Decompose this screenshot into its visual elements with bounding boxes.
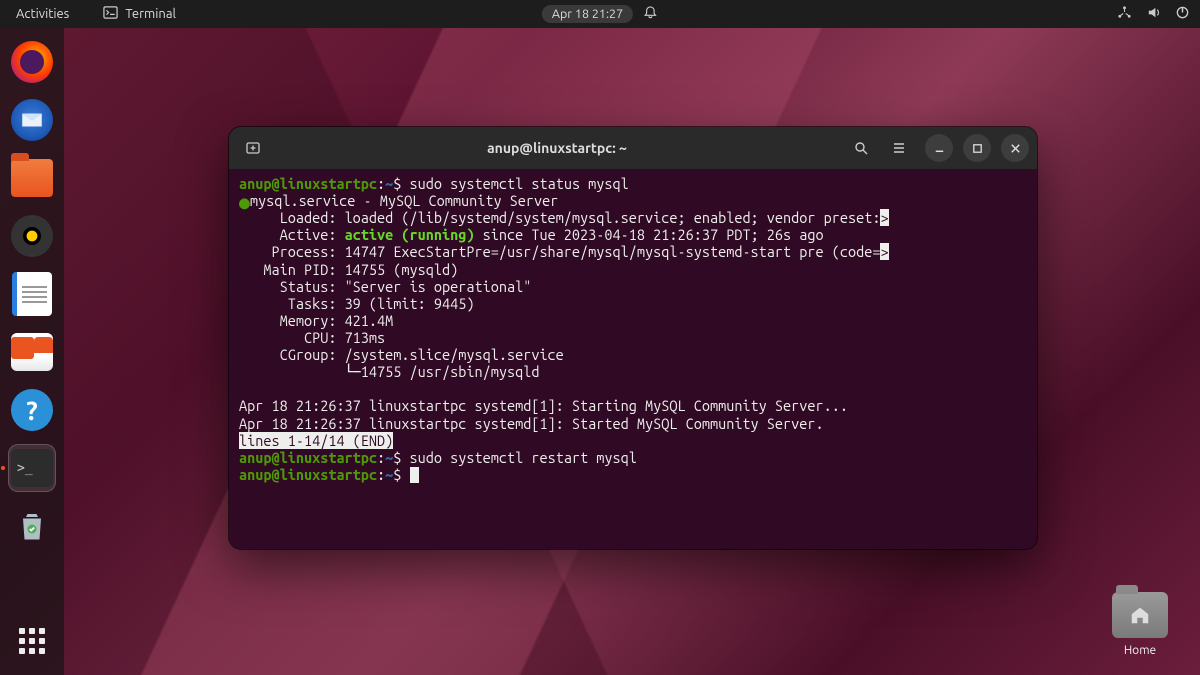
process-value: 14747 ExecStartPre=/usr/share/mysql/mysq… bbox=[345, 243, 881, 260]
clock-text: Apr 18 21:27 bbox=[552, 7, 623, 21]
log-line-1: Apr 18 21:26:37 linuxstartpc systemd[1]:… bbox=[239, 397, 848, 414]
cursor bbox=[410, 467, 419, 483]
prompt-user: anup@linuxstartpc bbox=[239, 175, 377, 192]
dock-thunderbird[interactable] bbox=[8, 96, 56, 144]
command-1: sudo systemctl status mysql bbox=[410, 175, 629, 192]
active-key: Active: bbox=[239, 226, 345, 243]
thunderbird-icon bbox=[11, 99, 53, 141]
cpu-key: CPU: bbox=[239, 329, 345, 346]
memory-key: Memory: bbox=[239, 312, 345, 329]
dock-libreoffice-writer[interactable] bbox=[8, 270, 56, 318]
dock-firefox[interactable] bbox=[8, 38, 56, 86]
active-rest: since Tue 2023-04-18 21:26:37 PDT; 26s a… bbox=[474, 226, 823, 243]
files-icon bbox=[11, 159, 53, 197]
top-bar: Activities Terminal Apr 18 21:27 bbox=[0, 0, 1200, 28]
maximize-button[interactable] bbox=[963, 134, 991, 162]
dock: ? >_ bbox=[0, 28, 64, 675]
cpu-value: 713ms bbox=[345, 329, 386, 346]
topbar-app-indicator[interactable]: Terminal bbox=[97, 3, 182, 25]
trash-icon bbox=[12, 505, 52, 547]
show-applications[interactable] bbox=[8, 617, 56, 665]
tasks-value: 39 (limit: 9445) bbox=[345, 295, 475, 312]
prompt-sep: : bbox=[377, 449, 385, 466]
prompt-user: anup@linuxstartpc bbox=[239, 466, 377, 483]
volume-icon[interactable] bbox=[1146, 5, 1161, 23]
search-button[interactable] bbox=[845, 132, 877, 164]
status-value: "Server is operational" bbox=[345, 278, 532, 295]
dock-ubuntu-software[interactable] bbox=[8, 328, 56, 376]
status-key: Status: bbox=[239, 278, 345, 295]
topbar-app-label: Terminal bbox=[125, 7, 176, 21]
clock[interactable]: Apr 18 21:27 bbox=[542, 5, 633, 23]
menu-button[interactable] bbox=[883, 132, 915, 164]
activities-label: Activities bbox=[16, 7, 69, 21]
firefox-icon bbox=[11, 41, 53, 83]
rhythmbox-icon bbox=[11, 215, 53, 257]
active-state: active (running) bbox=[345, 226, 475, 243]
cgroup-value: /system.slice/mysql.service bbox=[345, 346, 564, 363]
dock-trash[interactable] bbox=[8, 502, 56, 550]
power-icon[interactable] bbox=[1175, 5, 1190, 23]
log-line-2: Apr 18 21:26:37 linuxstartpc systemd[1]:… bbox=[239, 415, 824, 432]
pager-end: lines 1-14/14 (END) bbox=[239, 432, 393, 449]
software-icon bbox=[11, 333, 53, 371]
terminal-icon bbox=[103, 5, 118, 23]
cgroup-key: CGroup: bbox=[239, 346, 345, 363]
terminal-title: anup@linuxstartpc: ~ bbox=[275, 140, 839, 156]
prompt-dollar: $ bbox=[393, 449, 409, 466]
network-icon[interactable] bbox=[1117, 5, 1132, 23]
loaded-key: Loaded: bbox=[239, 209, 345, 226]
terminal-window: anup@linuxstartpc: ~ anup@linuxstartpc:~… bbox=[229, 127, 1037, 549]
terminal-header: anup@linuxstartpc: ~ bbox=[229, 127, 1037, 169]
loaded-value: loaded (/lib/systemd/system/mysql.servic… bbox=[345, 209, 881, 226]
mainpid-value: 14755 (mysqld) bbox=[345, 261, 459, 278]
prompt-dollar: $ bbox=[393, 175, 409, 192]
tasks-key: Tasks: bbox=[239, 295, 345, 312]
dock-rhythmbox[interactable] bbox=[8, 212, 56, 260]
prompt-sep: : bbox=[377, 466, 385, 483]
prompt-user: anup@linuxstartpc bbox=[239, 449, 377, 466]
cgroup-child: └─14755 /usr/sbin/mysqld bbox=[239, 363, 539, 380]
dock-files[interactable] bbox=[8, 154, 56, 202]
folder-icon bbox=[1112, 592, 1168, 638]
writer-icon bbox=[12, 272, 52, 316]
home-label: Home bbox=[1112, 644, 1168, 657]
close-button[interactable] bbox=[1001, 134, 1029, 162]
desktop-home-folder[interactable]: Home bbox=[1112, 592, 1168, 657]
process-key: Process: bbox=[239, 243, 345, 260]
prompt-sep: : bbox=[377, 175, 385, 192]
dock-terminal[interactable]: >_ bbox=[8, 444, 56, 492]
dock-help[interactable]: ? bbox=[8, 386, 56, 434]
memory-value: 421.4M bbox=[345, 312, 394, 329]
help-icon: ? bbox=[11, 389, 53, 431]
mainpid-key: Main PID: bbox=[239, 261, 345, 278]
activities-button[interactable]: Activities bbox=[10, 5, 75, 23]
app-grid-icon bbox=[19, 628, 45, 654]
terminal-icon: >_ bbox=[11, 449, 53, 487]
command-2: sudo systemctl restart mysql bbox=[410, 449, 637, 466]
line-wrap-marker: > bbox=[880, 209, 888, 226]
minimize-button[interactable] bbox=[925, 134, 953, 162]
prompt-dollar: $ bbox=[393, 466, 409, 483]
line-wrap-marker: > bbox=[880, 243, 888, 260]
notification-icon[interactable] bbox=[643, 5, 658, 23]
new-tab-button[interactable] bbox=[237, 132, 269, 164]
terminal-body[interactable]: anup@linuxstartpc:~$ sudo systemctl stat… bbox=[229, 169, 1037, 489]
service-line: mysql.service - MySQL Community Server bbox=[250, 192, 559, 209]
